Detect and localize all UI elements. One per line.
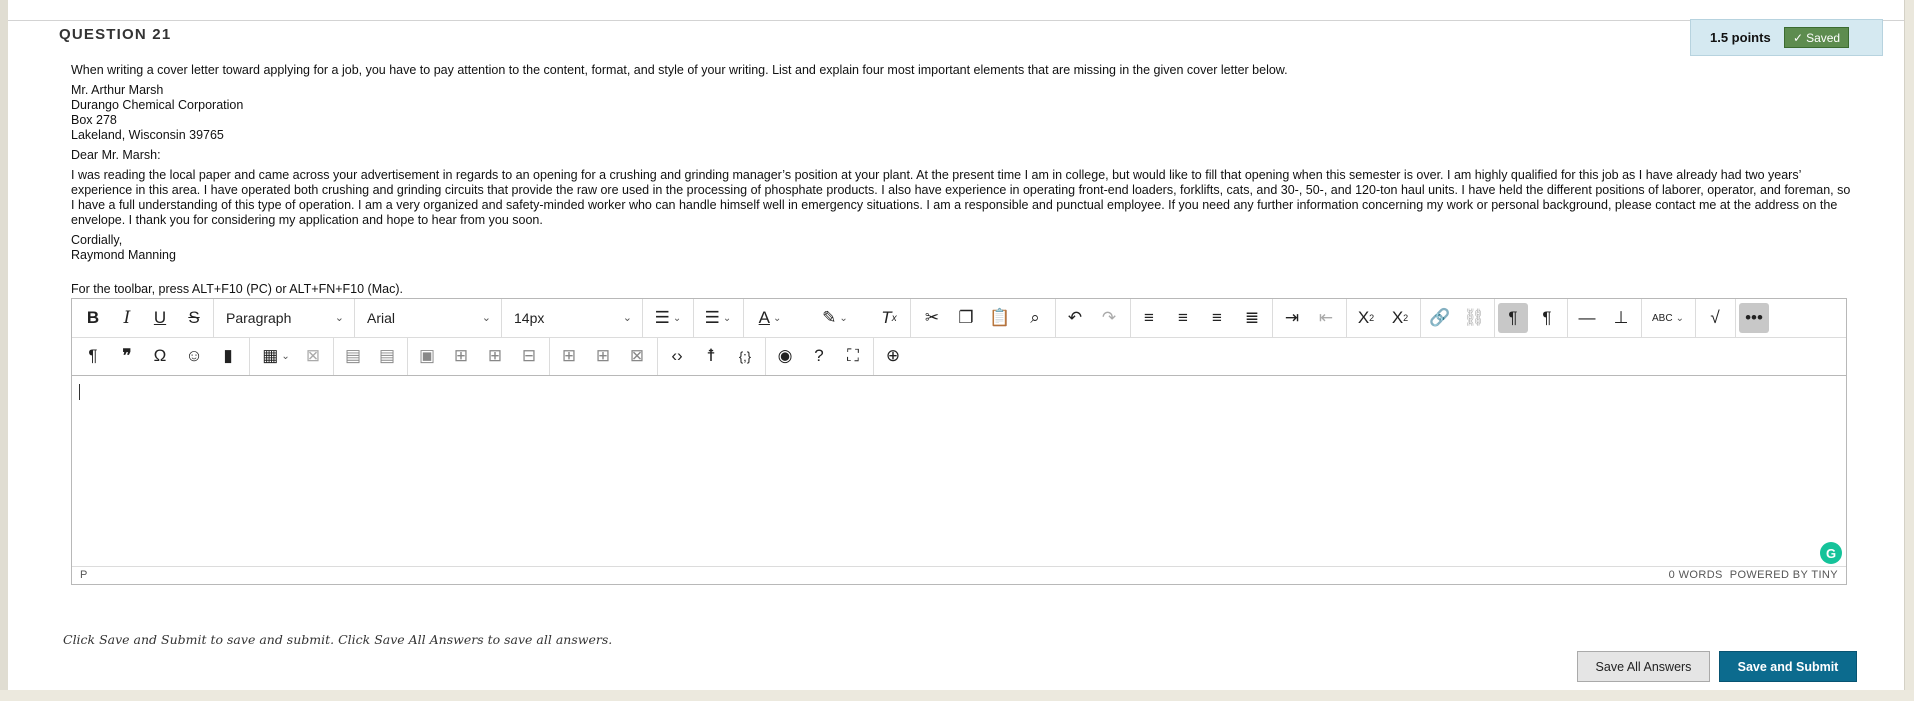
emoji-icon[interactable]: ☺ <box>179 341 209 371</box>
help-icon[interactable]: ? <box>804 341 834 371</box>
redo-icon[interactable]: ↷ <box>1094 303 1124 333</box>
divider <box>8 20 1904 21</box>
closing: Cordially, <box>71 233 123 247</box>
numbered-list-icon[interactable]: ☰ ⌄ <box>696 303 740 333</box>
block-format-value: Paragraph <box>226 310 292 326</box>
salutation: Dear Mr. Marsh: <box>71 148 161 162</box>
word-count[interactable]: 0 WORDS <box>1669 569 1723 581</box>
insert-icon[interactable]: ⊥ <box>1606 303 1636 333</box>
highlight-icon[interactable]: ✎ ⌄ <box>813 303 857 333</box>
strikethrough-icon[interactable]: S <box>179 303 209 333</box>
text-color-icon[interactable]: A ⌄ <box>748 303 792 333</box>
signature: Raymond Manning <box>71 248 176 262</box>
left-frame <box>0 0 8 701</box>
table-delete-icon[interactable]: ⊠ <box>298 341 328 371</box>
math-icon[interactable]: √ <box>1700 303 1730 333</box>
align-left-icon[interactable]: ≡ <box>1134 303 1164 333</box>
find-icon[interactable]: ⌕ <box>1020 303 1050 333</box>
justify-icon[interactable]: ≣ <box>1237 303 1267 333</box>
question-prompt: When writing a cover letter toward apply… <box>71 63 1288 77</box>
code-icon[interactable]: ‹› <box>662 341 692 371</box>
letter-body: I was reading the local paper and came a… <box>71 168 1851 227</box>
link-icon[interactable]: 🔗 <box>1425 303 1455 333</box>
row-after-icon[interactable]: ▤ <box>372 341 402 371</box>
bottom-frame <box>0 690 1914 701</box>
merge-cell-icon[interactable]: ⊞ <box>480 341 510 371</box>
paste-icon[interactable]: 📋 <box>985 303 1015 333</box>
indent-icon[interactable]: ⇥ <box>1277 303 1307 333</box>
subscript-icon[interactable]: X2 <box>1385 303 1415 333</box>
question-number: QUESTION 21 <box>59 26 172 43</box>
undo-icon[interactable]: ↶ <box>1060 303 1090 333</box>
address-line: Lakeland, Wisconsin 39765 <box>71 128 224 142</box>
italic-icon[interactable]: I <box>112 303 142 333</box>
font-family-select[interactable]: Arial ⌄ <box>355 303 501 333</box>
delete-col-icon[interactable]: ⊠ <box>622 341 652 371</box>
cell-props-icon[interactable]: ▣ <box>412 341 442 371</box>
footer-instruction: Click Save and Submit to save and submit… <box>63 632 613 647</box>
rich-text-editor: B I U S Paragraph ⌄ Arial ⌄ 14px ⌄ ☰ ⌄ ☰ ⌄ A ⌄… <box>71 298 1847 585</box>
align-center-icon[interactable]: ≡ <box>1168 303 1198 333</box>
row-before-icon[interactable]: ▤ <box>338 341 368 371</box>
text-cursor <box>79 384 80 400</box>
clear-formatting-icon[interactable]: Tx <box>874 303 904 333</box>
editor-statusbar: P 0 WORDS POWERED BY TINY <box>72 566 1846 584</box>
delete-row-icon[interactable]: ⊟ <box>514 341 544 371</box>
powered-by-link[interactable]: POWERED BY TINY <box>1730 569 1838 581</box>
points-label: 1.5 points <box>1710 30 1771 45</box>
blockquote-icon[interactable]: ❞ <box>112 341 142 371</box>
status-right: 0 WORDS POWERED BY TINY <box>1669 569 1838 581</box>
spellcheck-icon[interactable]: ABC ⌄ <box>1646 303 1690 333</box>
chevron-down-icon: ⌄ <box>334 312 344 324</box>
editor-content-area[interactable]: G <box>72 376 1846 566</box>
add-content-icon[interactable]: ⊕ <box>878 341 908 371</box>
bookmark-icon[interactable]: ▮ <box>213 341 243 371</box>
element-path[interactable]: P <box>80 569 87 581</box>
accessibility-icon[interactable]: ☨ <box>696 341 726 371</box>
cut-icon[interactable]: ✂ <box>917 303 947 333</box>
fullscreen-icon[interactable]: ⛶ <box>838 341 868 371</box>
underline-icon[interactable]: U <box>145 303 175 333</box>
align-right-icon[interactable]: ≡ <box>1202 303 1232 333</box>
chevron-down-icon: ⌄ <box>481 312 491 324</box>
toolbar-row-2: ¶ ❞ Ω ☺ ▮ ▦ ⌄ ⊠ ▤ ▤ ▣ ⊞ ⊞ ⊟ ⊞ ⊞ ⊠ ‹› ☨ {;… <box>72 337 1846 376</box>
unlink-icon[interactable]: ⛓ <box>1459 303 1489 333</box>
save-all-answers-button[interactable]: Save All Answers <box>1577 651 1710 682</box>
points-box: 1.5 points ✓ Saved <box>1690 19 1883 56</box>
superscript-icon[interactable]: X2 <box>1351 303 1381 333</box>
check-icon: ✓ <box>1793 31 1804 45</box>
bullet-list-icon[interactable]: ☰ ⌄ <box>646 303 690 333</box>
split-cell-icon[interactable]: ⊞ <box>446 341 476 371</box>
grammarly-icon[interactable]: G <box>1820 542 1842 564</box>
font-family-value: Arial <box>367 310 396 326</box>
block-format-select[interactable]: Paragraph ⌄ <box>214 303 354 333</box>
saved-badge: ✓ Saved <box>1784 27 1850 48</box>
horizontal-line-icon[interactable]: — <box>1572 303 1602 333</box>
template-vars-icon[interactable]: {;} <box>730 341 760 371</box>
col-after-icon[interactable]: ⊞ <box>588 341 618 371</box>
saved-label: Saved <box>1806 31 1841 45</box>
font-size-value: 14px <box>514 310 545 326</box>
outdent-icon[interactable]: ⇤ <box>1311 303 1341 333</box>
more-icon[interactable]: ••• <box>1739 303 1769 333</box>
font-size-select[interactable]: 14px ⌄ <box>502 303 642 333</box>
omega-icon[interactable]: Ω <box>145 341 175 371</box>
save-and-submit-button[interactable]: Save and Submit <box>1719 651 1857 682</box>
address-line: Box 278 <box>71 113 117 127</box>
bold-icon[interactable]: B <box>78 303 108 333</box>
col-before-icon[interactable]: ⊞ <box>554 341 584 371</box>
preview-icon[interactable]: ◉ <box>770 341 800 371</box>
toolbar-hint: For the toolbar, press ALT+F10 (PC) or A… <box>71 282 403 296</box>
toolbar-row-1: B I U S Paragraph ⌄ Arial ⌄ 14px ⌄ ☰ ⌄ ☰ ⌄ A ⌄… <box>72 299 1846 338</box>
rtl-icon[interactable]: ¶ <box>1532 303 1562 333</box>
address-line: Mr. Arthur Marsh <box>71 83 164 97</box>
table-icon[interactable]: ▦ ⌄ <box>254 341 298 371</box>
chevron-down-icon: ⌄ <box>622 312 632 324</box>
copy-icon[interactable]: ❐ <box>951 303 981 333</box>
address-line: Durango Chemical Corporation <box>71 98 244 112</box>
paragraph-mark-icon[interactable]: ¶ <box>78 341 108 371</box>
ltr-icon[interactable]: ¶ <box>1498 303 1528 333</box>
